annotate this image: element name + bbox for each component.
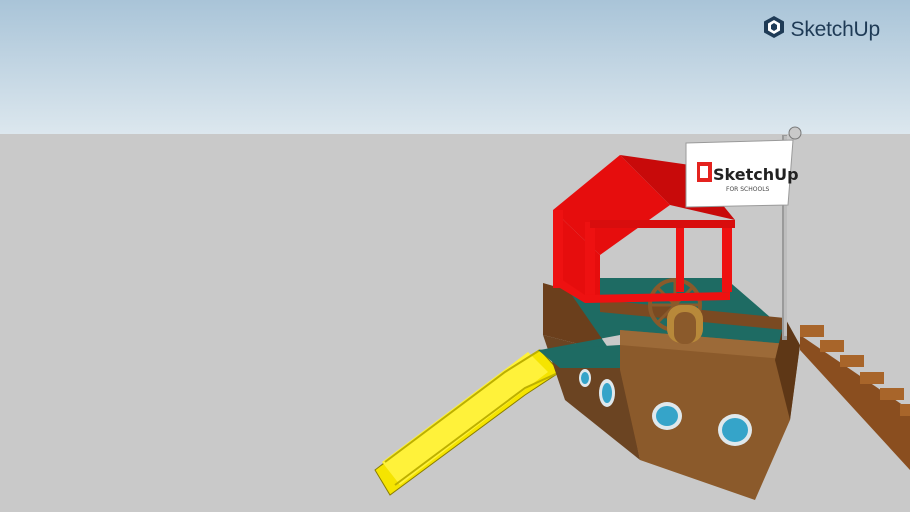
playground-ship-model[interactable]: SketchUp FOR SCHOOLS: [0, 0, 910, 512]
flag-title: SketchUp: [713, 165, 799, 184]
porthole: [718, 414, 752, 446]
sketchup-logo-icon: [697, 162, 712, 182]
flag-subtitle: FOR SCHOOLS: [726, 186, 770, 193]
yellow-slide: [374, 349, 561, 496]
staircase: [800, 325, 910, 470]
porthole: [652, 402, 682, 430]
model-viewport[interactable]: SketchUp SketchUp FOR SCHOOLS: [0, 0, 910, 512]
porthole: [599, 379, 615, 407]
porthole: [579, 369, 591, 387]
